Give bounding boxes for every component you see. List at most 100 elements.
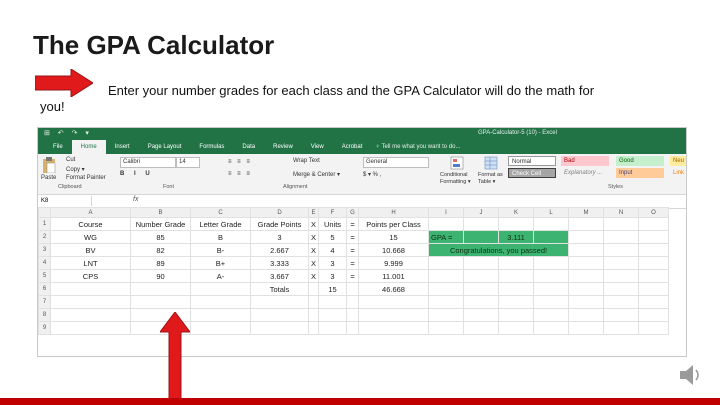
cell[interactable]: Course (50, 217, 131, 231)
cell[interactable] (533, 269, 570, 283)
quick-access-toolbar[interactable]: ⊞ ↶ ↷ ▾ (44, 129, 92, 137)
cell[interactable]: CPS (50, 269, 131, 283)
cell[interactable] (307, 295, 320, 309)
cell[interactable] (463, 321, 500, 335)
cell[interactable] (318, 321, 348, 335)
cell[interactable] (358, 321, 430, 335)
cell[interactable] (603, 243, 640, 257)
column-header[interactable]: J (463, 207, 500, 218)
cell[interactable]: LNT (50, 256, 131, 270)
cell[interactable]: Totals (250, 282, 309, 296)
cell[interactable] (358, 295, 430, 309)
style-normal[interactable]: Normal (508, 156, 556, 166)
paste-icon[interactable] (42, 157, 56, 173)
style-input[interactable]: Input (616, 168, 664, 178)
cell[interactable] (250, 295, 309, 309)
cell[interactable] (190, 282, 251, 296)
cell[interactable] (568, 256, 605, 270)
tab-file[interactable]: File (44, 140, 72, 154)
cell[interactable] (463, 217, 500, 231)
column-header[interactable]: E (307, 207, 320, 218)
cell[interactable]: BV (50, 243, 131, 257)
cell[interactable] (638, 282, 670, 296)
column-header[interactable]: M (568, 207, 605, 218)
tab-acrobat[interactable]: Acrobat (333, 140, 372, 154)
merge-center-button[interactable]: Merge & Center ▾ (293, 171, 340, 178)
cell[interactable]: 3.667 (250, 269, 309, 283)
row-header[interactable]: 5 (38, 269, 51, 283)
cell[interactable] (346, 308, 360, 322)
cell[interactable] (568, 243, 605, 257)
number-format-select[interactable]: General (363, 157, 429, 168)
cell[interactable] (498, 308, 535, 322)
cell[interactable]: = (346, 256, 360, 270)
cell[interactable] (498, 282, 535, 296)
cell[interactable]: = (346, 230, 360, 244)
cell[interactable] (428, 321, 465, 335)
cell[interactable]: Letter Grade (190, 217, 251, 231)
cell[interactable] (428, 217, 465, 231)
format-as-table-icon[interactable] (484, 156, 498, 170)
style-link[interactable]: Link (670, 168, 686, 178)
cell[interactable]: B+ (190, 256, 251, 270)
cell[interactable] (533, 282, 570, 296)
cell[interactable] (318, 308, 348, 322)
row-header[interactable]: 9 (38, 321, 51, 335)
tell-me-search[interactable]: ♀ Tell me what you want to do... (375, 144, 460, 150)
tab-home[interactable]: Home (71, 140, 106, 154)
cell[interactable] (428, 295, 465, 309)
column-header[interactable]: H (358, 207, 430, 218)
cell[interactable]: 90 (130, 269, 191, 283)
cell[interactable] (463, 282, 500, 296)
cell[interactable]: 46.668 (358, 282, 430, 296)
cell[interactable] (190, 321, 251, 335)
column-header[interactable]: K (498, 207, 535, 218)
row-header[interactable]: 1 (38, 217, 51, 231)
cell[interactable]: 3 (250, 230, 309, 244)
style-good[interactable]: Good (616, 156, 664, 166)
cell[interactable] (318, 295, 348, 309)
cell[interactable] (190, 308, 251, 322)
cell[interactable] (533, 230, 570, 244)
cell[interactable] (603, 217, 640, 231)
cell[interactable]: 3 (318, 256, 348, 270)
tab-page-layout[interactable]: Page Layout (139, 140, 191, 154)
cell[interactable] (638, 269, 670, 283)
cell[interactable] (603, 230, 640, 244)
cell[interactable]: X (307, 269, 320, 283)
style-neutral[interactable]: Neu (670, 156, 686, 166)
row-header[interactable]: 6 (38, 282, 51, 296)
cell[interactable] (638, 243, 670, 257)
cell[interactable] (603, 269, 640, 283)
tab-data[interactable]: Data (233, 140, 264, 154)
cell[interactable] (533, 308, 570, 322)
cell[interactable] (463, 295, 500, 309)
column-header[interactable]: A (50, 207, 131, 218)
cell[interactable] (463, 256, 500, 270)
column-header[interactable]: B (130, 207, 191, 218)
cell[interactable] (428, 282, 465, 296)
row-header[interactable]: 3 (38, 243, 51, 257)
cut-button[interactable]: Cut (66, 157, 75, 163)
cell[interactable]: Units (318, 217, 348, 231)
cell[interactable] (568, 269, 605, 283)
cell[interactable] (498, 269, 535, 283)
cell[interactable] (533, 217, 570, 231)
cell[interactable]: A- (190, 269, 251, 283)
conditional-formatting-icon[interactable] (450, 156, 464, 170)
row-header[interactable]: 2 (38, 230, 51, 244)
cell[interactable] (603, 308, 640, 322)
cell[interactable]: B- (190, 243, 251, 257)
copy-button[interactable]: Copy ▾ (66, 166, 85, 173)
cell[interactable] (50, 321, 131, 335)
cell[interactable]: X (307, 243, 320, 257)
cell[interactable] (346, 295, 360, 309)
format-painter-button[interactable]: Format Painter (66, 175, 106, 181)
cell[interactable] (346, 282, 360, 296)
cell[interactable] (603, 321, 640, 335)
row-header[interactable]: 7 (38, 295, 51, 309)
cell[interactable] (346, 321, 360, 335)
font-size-select[interactable]: 14 (176, 157, 200, 168)
cell[interactable] (498, 217, 535, 231)
cell[interactable] (638, 230, 670, 244)
